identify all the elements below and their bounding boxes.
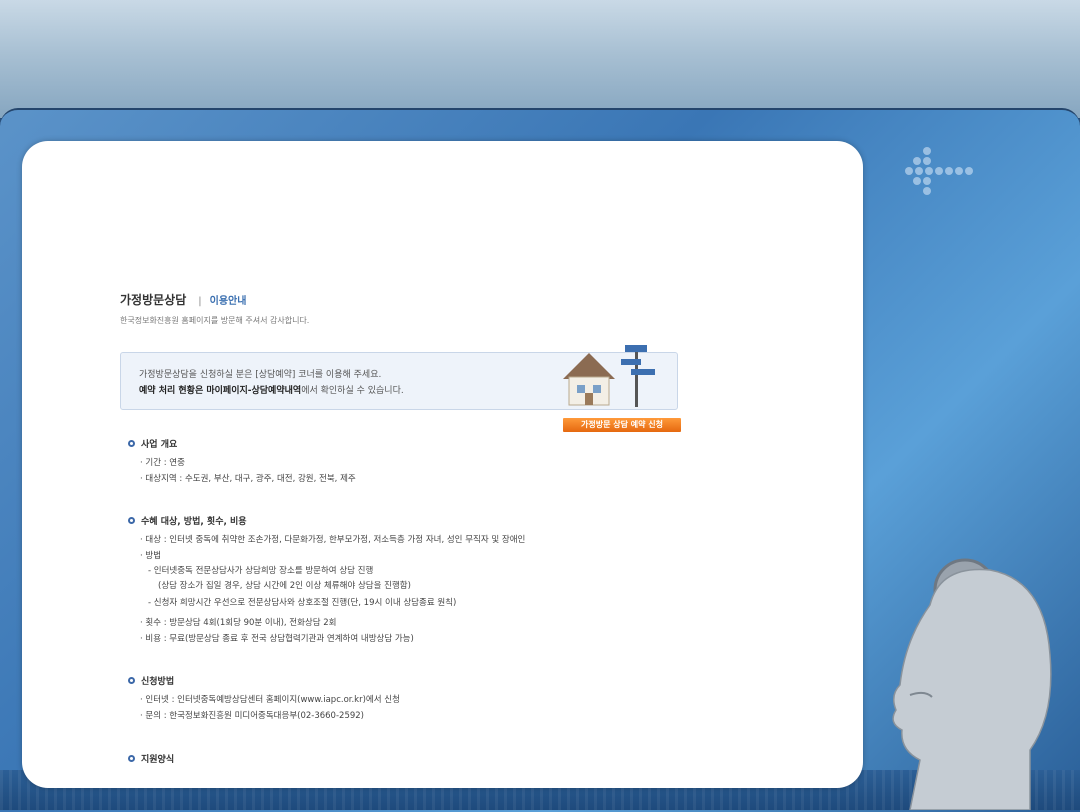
notice-line-2: 예약 처리 현황은 마이페이지-상담예약내역에서 확인하실 수 있습니다.: [139, 383, 404, 396]
method-label: · 방법: [140, 551, 162, 561]
house-signpost-icon: [563, 345, 655, 407]
section-target-title: 수혜 대상, 방법, 횟수, 비용: [141, 517, 247, 527]
page-title: 가정방문상담: [120, 293, 187, 307]
count-item: · 횟수 : 방문상담 4회(1회당 90분 이내), 전화상담 2회: [140, 618, 337, 628]
cost-item: · 비용 : 무료(방문상담 종료 후 전국 상담협력기관과 연계하여 내방상담…: [140, 634, 414, 644]
top-background-band: [0, 0, 1080, 118]
notice-line-1: 가정방문상담을 신청하실 분은 [상담예약] 코너를 이용해 주세요.: [139, 370, 382, 380]
bullet-icon: [128, 440, 135, 447]
decorative-dots: [905, 145, 985, 195]
method-2: - 신청자 희망시간 우선으로 전문상담사와 상호조절 진행(단, 19시 이내…: [148, 598, 457, 608]
content-panel: 가정방문상담 | 이용안내 한국정보화진흥원 홈페이지를 방문해 주셔서 감사합…: [22, 141, 863, 788]
bullet-icon: [128, 755, 135, 762]
overview-region: · 대상지역 : 수도권, 부산, 대구, 광주, 대전, 강원, 전북, 제주: [140, 474, 356, 484]
method-1: - 인터넷중독 전문상담사가 상담희망 장소를 방문하여 상담 진행: [148, 566, 374, 576]
notice-box: 가정방문상담을 신청하실 분은 [상담예약] 코너를 이용해 주세요. 예약 처…: [120, 345, 678, 410]
section-forms-title: 지원양식: [141, 755, 175, 765]
title-row: 가정방문상담 | 이용안내: [120, 291, 246, 308]
section-apply-heading: 신청방법: [128, 674, 174, 687]
title-separator: |: [198, 296, 202, 307]
page-subtitle: 이용안내: [209, 296, 247, 307]
reserve-visit-button[interactable]: 가정방문 상담 예약 신청: [563, 418, 681, 432]
section-overview-heading: 사업 개요: [128, 437, 177, 450]
section-overview-title: 사업 개요: [141, 440, 178, 450]
notice-link-text[interactable]: 예약 처리 현황은 마이페이지-상담예약내역: [139, 386, 301, 396]
target-item: · 대상 : 인터넷 중독에 취약한 조손가정, 다문화가정, 한부모가정, 저…: [140, 535, 526, 545]
bullet-icon: [128, 517, 135, 524]
notice-line-2-rest: 에서 확인하실 수 있습니다.: [301, 386, 404, 396]
apply-internet: · 인터넷 : 인터넷중독예방상담센터 홈페이지(www.iapc.or.kr)…: [140, 695, 400, 705]
section-apply-title: 신청방법: [141, 677, 175, 687]
welcome-text: 한국정보화진흥원 홈페이지를 방문해 주셔서 감사합니다.: [120, 316, 310, 325]
method-1-note: (상담 장소가 집일 경우, 상담 시간에 2인 이상 체류해야 상담을 진행함…: [158, 581, 411, 591]
overview-period: · 기간 : 연중: [140, 458, 185, 468]
section-target-heading: 수혜 대상, 방법, 횟수, 비용: [128, 514, 247, 527]
head-gears-illustration: [892, 558, 1052, 810]
apply-contact: · 문의 : 한국정보화진흥원 미디어중독대응부(02-3660-2592): [140, 711, 364, 721]
section-forms-heading: 지원양식: [128, 752, 174, 765]
bullet-icon: [128, 677, 135, 684]
